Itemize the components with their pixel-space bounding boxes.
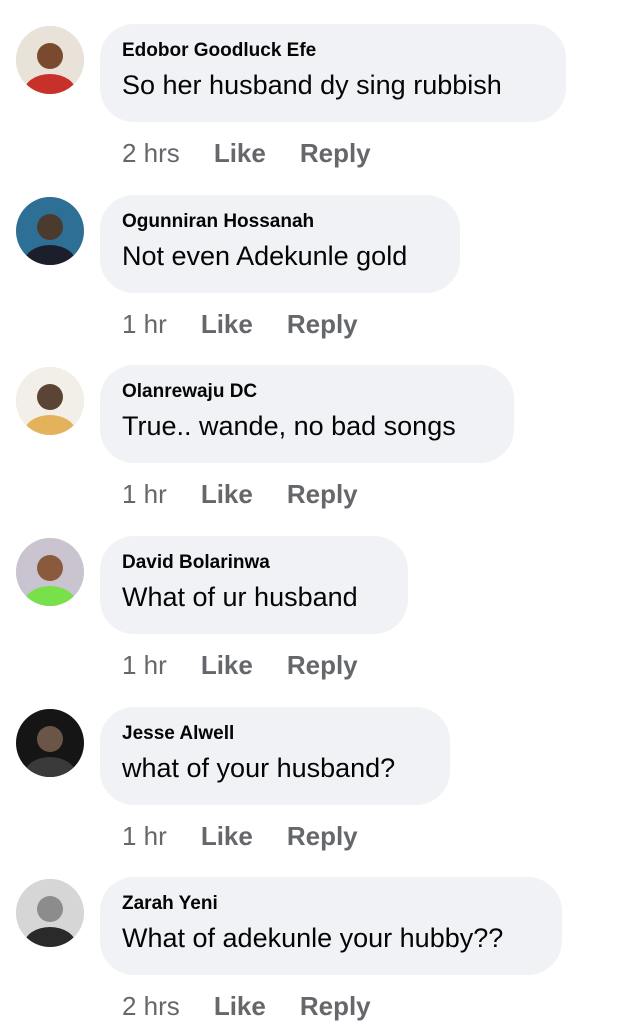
avatar-photo — [16, 709, 84, 777]
comment: Ogunniran Hossanah Not even Adekunle gol… — [0, 171, 639, 341]
comment: Olanrewaju DC True.. wande, no bad songs… — [0, 341, 639, 511]
comment-text: True.. wande, no bad songs — [122, 411, 456, 441]
comment-text: What of ur husband — [122, 582, 358, 612]
comment-bubble: Zarah Yeni What of adekunle your hubby?? — [100, 877, 562, 975]
comment-actions: 1 hr Like Reply — [122, 819, 358, 853]
reply-button[interactable]: Reply — [287, 650, 358, 681]
reply-button[interactable]: Reply — [287, 821, 358, 852]
comment-bubble: Olanrewaju DC True.. wande, no bad songs — [100, 365, 514, 463]
comment-timestamp[interactable]: 1 hr — [122, 821, 167, 852]
like-button[interactable]: Like — [214, 138, 266, 169]
avatar-photo — [16, 197, 84, 265]
comment-bubble: Ogunniran Hossanah Not even Adekunle gol… — [100, 195, 460, 293]
reply-button[interactable]: Reply — [300, 138, 371, 169]
comment-timestamp[interactable]: 1 hr — [122, 479, 167, 510]
avatar[interactable] — [16, 367, 84, 435]
reply-button[interactable]: Reply — [300, 991, 371, 1022]
like-button[interactable]: Like — [201, 650, 253, 681]
comment-bubble: Jesse Alwell what of your husband? — [100, 707, 450, 805]
comment-timestamp[interactable]: 1 hr — [122, 650, 167, 681]
comment-author[interactable]: Edobor Goodluck Efe — [122, 39, 542, 63]
comment-author[interactable]: Ogunniran Hossanah — [122, 210, 436, 234]
comment-actions: 1 hr Like Reply — [122, 307, 358, 341]
like-button[interactable]: Like — [201, 821, 253, 852]
like-button[interactable]: Like — [201, 309, 253, 340]
comment-timestamp[interactable]: 2 hrs — [122, 991, 180, 1022]
comment: David Bolarinwa What of ur husband 1 hr … — [0, 512, 639, 682]
comment-text: Not even Adekunle gold — [122, 241, 408, 271]
comment-actions: 2 hrs Like Reply — [122, 989, 371, 1023]
comment-actions: 2 hrs Like Reply — [122, 136, 371, 170]
like-button[interactable]: Like — [214, 991, 266, 1022]
comment-text: what of your husband? — [122, 753, 396, 783]
like-button[interactable]: Like — [201, 479, 253, 510]
avatar[interactable] — [16, 26, 84, 94]
avatar-photo — [16, 538, 84, 606]
comment-author[interactable]: Jesse Alwell — [122, 722, 426, 746]
avatar-photo — [16, 367, 84, 435]
comment-author[interactable]: Olanrewaju DC — [122, 380, 490, 404]
comment-bubble: Edobor Goodluck Efe So her husband dy si… — [100, 24, 566, 122]
avatar[interactable] — [16, 879, 84, 947]
comment-text: What of adekunle your hubby?? — [122, 923, 504, 953]
avatar[interactable] — [16, 709, 84, 777]
comment: Edobor Goodluck Efe So her husband dy si… — [0, 0, 639, 170]
comment-author[interactable]: David Bolarinwa — [122, 551, 384, 575]
avatar-photo — [16, 879, 84, 947]
comment-text: So her husband dy sing rubbish — [122, 70, 502, 100]
avatar[interactable] — [16, 538, 84, 606]
reply-button[interactable]: Reply — [287, 309, 358, 340]
avatar-photo — [16, 26, 84, 94]
comment-timestamp[interactable]: 1 hr — [122, 309, 167, 340]
comment: Jesse Alwell what of your husband? 1 hr … — [0, 683, 639, 853]
reply-button[interactable]: Reply — [287, 479, 358, 510]
comment-actions: 1 hr Like Reply — [122, 648, 358, 682]
comment-bubble: David Bolarinwa What of ur husband — [100, 536, 408, 634]
comment-actions: 1 hr Like Reply — [122, 477, 358, 511]
comment: Zarah Yeni What of adekunle your hubby??… — [0, 853, 639, 1023]
comment-timestamp[interactable]: 2 hrs — [122, 138, 180, 169]
avatar[interactable] — [16, 197, 84, 265]
comment-author[interactable]: Zarah Yeni — [122, 892, 538, 916]
